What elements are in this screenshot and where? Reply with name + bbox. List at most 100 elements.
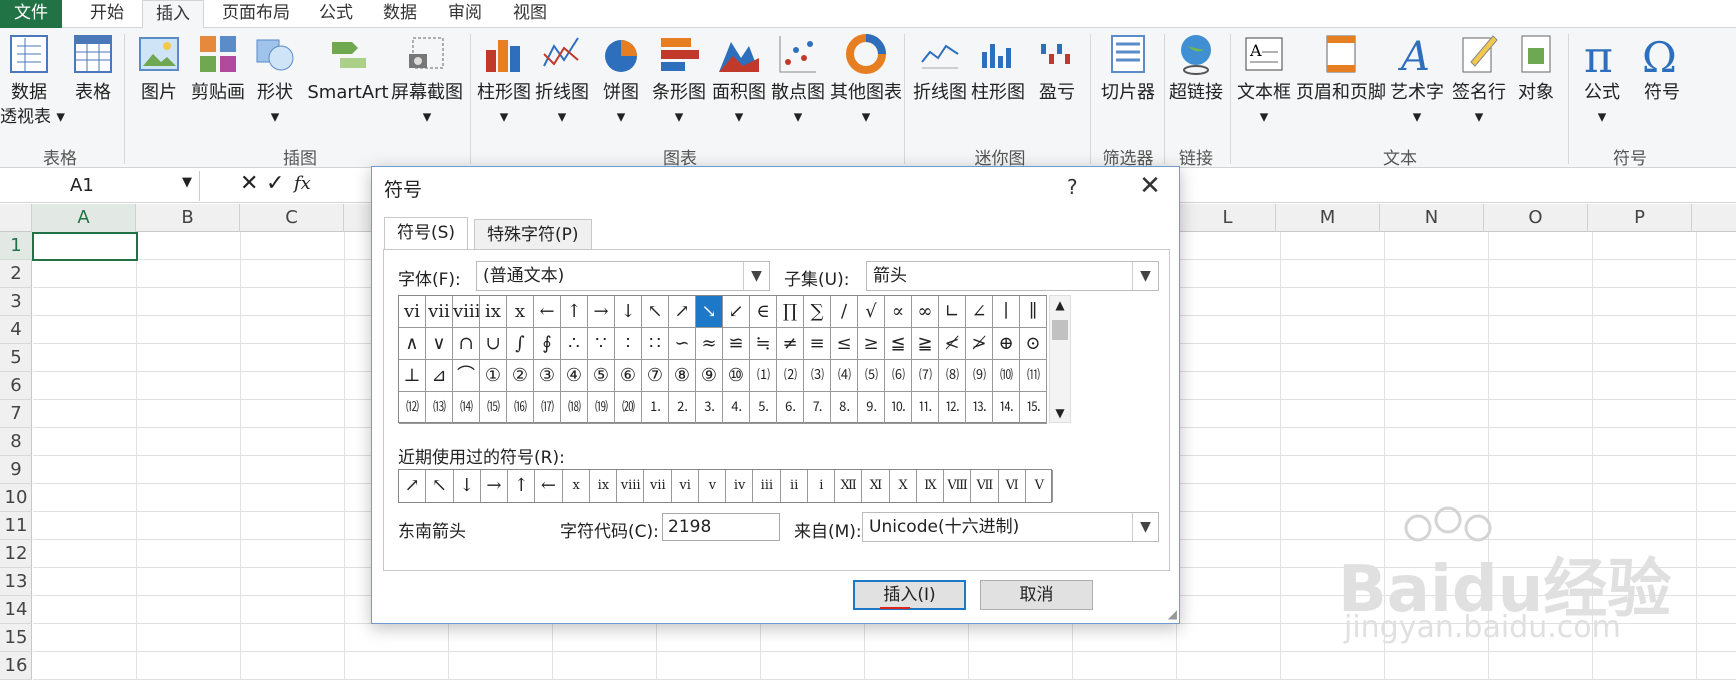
recent-symbol-cell[interactable]: Ⅸ	[917, 470, 944, 502]
recent-symbol-cell[interactable]: ↗	[399, 470, 427, 502]
symbol-cell[interactable]: ⅵ	[399, 296, 426, 328]
symbol-cell[interactable]: ⒇	[615, 392, 642, 424]
symbol-cell[interactable]: ↖	[642, 296, 669, 328]
symbol-cell[interactable]: ⑺	[912, 360, 939, 392]
symbol-cell[interactable]: ⑦	[642, 360, 669, 392]
tab-file[interactable]: 文件	[0, 0, 62, 28]
recent-symbol-cell[interactable]: ←	[535, 470, 563, 502]
recent-symbol-cell[interactable]: ↖	[426, 470, 454, 502]
row-header[interactable]: 4	[0, 316, 32, 344]
symbol-cell[interactable]: ∽	[669, 328, 696, 360]
recent-symbol-cell[interactable]: ⅹ	[563, 470, 590, 502]
symbol-cell[interactable]: ⊕	[993, 328, 1020, 360]
symbol-cell[interactable]: ≯	[966, 328, 993, 360]
symbol-cell[interactable]: ∵	[588, 328, 615, 360]
symbol-cell[interactable]: ∧	[399, 328, 426, 360]
shapes-button[interactable]: 形状 ▾	[250, 32, 300, 128]
symbol-cell[interactable]: ⑴	[750, 360, 777, 392]
symbol-cell[interactable]: ∨	[426, 328, 453, 360]
symbol-cell[interactable]: ∴	[561, 328, 588, 360]
hyperlink-button[interactable]: 超链接	[1168, 32, 1224, 106]
symbol-cell[interactable]: ①	[480, 360, 507, 392]
from-select[interactable]: Unicode(十六进制) ▼	[862, 512, 1159, 542]
tab-formulas[interactable]: 公式	[308, 0, 364, 28]
active-cell[interactable]	[32, 232, 138, 261]
symbol-cell[interactable]: ⑾	[1020, 360, 1047, 392]
column-header[interactable]: N	[1380, 204, 1484, 232]
recent-symbol-cell[interactable]: →	[481, 470, 508, 502]
other-charts-button[interactable]: 其他图表 ▾	[828, 32, 904, 128]
recent-symbol-cell[interactable]: Ⅹ	[890, 470, 917, 502]
symbol-cell[interactable]: ⒌	[750, 392, 777, 424]
symbol-cell[interactable]: ↙	[723, 296, 750, 328]
recent-symbol-cell[interactable]: ↓	[454, 470, 481, 502]
symbol-cell[interactable]: ≦	[885, 328, 912, 360]
symbol-cell[interactable]: ⒊	[696, 392, 723, 424]
symbol-cell[interactable]: ⒒	[912, 392, 939, 424]
row-header[interactable]: 15	[0, 624, 32, 652]
symbol-cell[interactable]: ⌒	[453, 360, 480, 392]
tab-home[interactable]: 开始	[74, 0, 140, 28]
symbol-button[interactable]: Ω 符号	[1634, 32, 1690, 106]
recent-symbol-cell[interactable]: Ⅻ	[835, 470, 863, 502]
recent-symbol-cell[interactable]: Ⅶ	[971, 470, 999, 502]
sparkline-column-button[interactable]: 柱形图	[970, 32, 1026, 106]
symbol-cell[interactable]: ⒔	[966, 392, 993, 424]
line-chart-button[interactable]: 折线图 ▾	[534, 32, 590, 128]
symbol-cell[interactable]: ④	[561, 360, 588, 392]
symbol-cell[interactable]: ⒃	[507, 392, 534, 424]
symbol-cell[interactable]: ⒆	[588, 392, 615, 424]
sparkline-winloss-button[interactable]: 盈亏	[1032, 32, 1082, 106]
symbol-cell[interactable]: ≌	[723, 328, 750, 360]
row-header[interactable]: 10	[0, 484, 32, 512]
symbol-cell[interactable]: →	[588, 296, 615, 328]
symbol-cell[interactable]: ∑	[804, 296, 831, 328]
symbol-cell[interactable]: ⊙	[1020, 328, 1047, 360]
symbol-cell[interactable]: ⑽	[993, 360, 1020, 392]
row-header[interactable]: 3	[0, 288, 32, 316]
symbol-cell[interactable]: ⑥	[615, 360, 642, 392]
row-header[interactable]: 13	[0, 568, 32, 596]
scroll-down-icon[interactable]: ▼	[1052, 406, 1068, 420]
recent-symbols[interactable]: ↗ ↖ ↓ → ↑ ← ⅹ ⅸ ⅷ ⅶ ⅵ ⅴ ⅳ ⅲ ⅱ ⅰ Ⅻ Ⅺ Ⅹ Ⅸ Ⅷ Ⅶ Ⅵ Ⅴ	[398, 469, 1053, 503]
column-header[interactable]: B	[136, 204, 240, 232]
symbol-cell[interactable]: ≤	[831, 328, 858, 360]
recent-symbol-cell[interactable]: Ⅺ	[862, 470, 890, 502]
equation-button[interactable]: π 公式 ▾	[1574, 32, 1630, 128]
symbol-cell[interactable]: ⒕	[993, 392, 1020, 424]
symbol-cell[interactable]: ⑷	[831, 360, 858, 392]
symbol-cell[interactable]: ⒏	[831, 392, 858, 424]
column-header[interactable]: L	[1180, 204, 1276, 232]
symbol-cell[interactable]: ⅷ	[453, 296, 480, 328]
symbol-cell[interactable]: ⑵	[777, 360, 804, 392]
help-button[interactable]: ?	[1067, 175, 1078, 199]
symbol-cell[interactable]: ⑩	[723, 360, 750, 392]
recent-symbol-cell[interactable]: ⅸ	[590, 470, 617, 502]
tab-data[interactable]: 数据	[370, 0, 430, 28]
recent-symbol-cell[interactable]: ↑	[508, 470, 536, 502]
symbol-cell[interactable]: ≥	[858, 328, 885, 360]
symbol-cell[interactable]: ∪	[480, 328, 507, 360]
symbol-cell[interactable]: ⑧	[669, 360, 696, 392]
tab-view[interactable]: 视图	[500, 0, 560, 28]
symbol-grid-scrollbar[interactable]: ▲ ▼	[1049, 295, 1071, 423]
symbol-cell[interactable]: ⊿	[426, 360, 453, 392]
name-box-dropdown-icon[interactable]: ▼	[182, 175, 192, 190]
symbol-cell[interactable]: ∷	[642, 328, 669, 360]
row-header[interactable]: 9	[0, 456, 32, 484]
symbol-cell[interactable]: ⒎	[804, 392, 831, 424]
recent-symbol-cell[interactable]: Ⅷ	[944, 470, 972, 502]
cancel-button[interactable]: 取消	[980, 580, 1093, 610]
symbol-cell[interactable]: ⒍	[777, 392, 804, 424]
tab-special-characters[interactable]: 特殊字符(P)	[474, 219, 592, 249]
subset-select[interactable]: 箭头 ▼	[866, 261, 1159, 291]
object-button[interactable]: 对象	[1510, 32, 1562, 106]
symbol-cell[interactable]: ⒈	[642, 392, 669, 424]
symbol-cell[interactable]: ⊥	[399, 360, 426, 392]
close-button[interactable]: ✕	[1130, 169, 1170, 203]
symbol-cell[interactable]: ⑹	[885, 360, 912, 392]
scroll-up-icon[interactable]: ▲	[1052, 298, 1068, 312]
row-header[interactable]: 5	[0, 344, 32, 372]
pie-chart-button[interactable]: 饼图 ▾	[596, 32, 646, 128]
symbol-cell[interactable]: ⑻	[939, 360, 966, 392]
